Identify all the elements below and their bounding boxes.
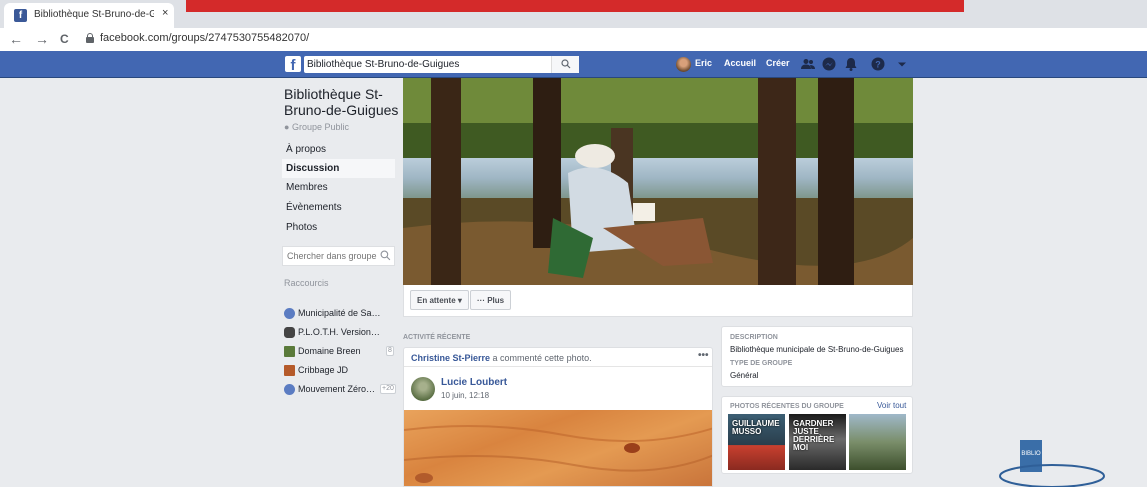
facebook-logo-icon[interactable]: f <box>285 56 301 72</box>
cover-photo[interactable] <box>403 78 913 285</box>
create-link[interactable]: Créer <box>766 58 790 68</box>
badge-count: 8 <box>386 346 394 356</box>
friends-icon[interactable] <box>800 56 816 72</box>
profile-link[interactable]: Eric <box>695 58 712 68</box>
domaine-icon <box>284 346 295 357</box>
group-title[interactable]: Bibliothèque St-Bruno-de-Guigues <box>284 86 399 118</box>
search-icon[interactable] <box>380 250 391 261</box>
lock-icon <box>86 33 94 43</box>
thumbnail-caption: GARDNER JUSTE DERRIÈRE MOI <box>793 419 835 452</box>
shortcut-label: P.L.O.T.H. Version 2.0 <box>298 327 382 337</box>
description-label: DESCRIPTION <box>730 334 778 341</box>
description-box: DESCRIPTION Bibliothèque municipale de S… <box>721 326 913 387</box>
post-timestamp[interactable]: 10 juin, 12:18 <box>441 391 489 400</box>
shortcut-item[interactable]: Mouvement Zéro D... +20 <box>284 384 396 400</box>
dropdown-icon[interactable] <box>894 56 910 72</box>
shortcut-item[interactable]: P.L.O.T.H. Version 2.0 <box>284 327 396 343</box>
cover-photo-scene <box>403 78 913 285</box>
biblio-logo: BIBLIO <box>999 440 1105 487</box>
photo-thumbnail[interactable] <box>849 414 906 470</box>
shortcut-label: Mouvement Zéro D... <box>298 384 376 394</box>
group-privacy: ● Groupe Public <box>284 122 349 132</box>
thumbnail-caption: GUILLAUME MUSSO <box>732 419 780 436</box>
tab-title: Bibliothèque St-Bruno-de-Guigues <box>34 9 154 20</box>
logo-text: BIBLIO <box>1021 451 1041 457</box>
post-action-text: a commenté cette photo. <box>490 353 592 363</box>
facebook-top-bar: f Eric Accueil Créer ? <box>0 51 1147 78</box>
browser-tab[interactable]: f Bibliothèque St-Bruno-de-Guigues × <box>4 3 174 28</box>
notifications-icon[interactable] <box>843 56 859 72</box>
post-author-link[interactable]: Lucie Loubert <box>441 377 507 388</box>
group-type-value: Général <box>730 371 759 380</box>
reload-icon[interactable]: C <box>60 32 69 46</box>
help-icon[interactable]: ? <box>870 56 886 72</box>
ploth-icon <box>284 327 295 338</box>
group-type-label: TYPE DE GROUPE <box>730 360 793 367</box>
nav-about[interactable]: À propos <box>282 140 395 159</box>
post-options-icon[interactable]: ••• <box>698 350 709 361</box>
group-search-input[interactable] <box>282 246 395 266</box>
nav-events[interactable]: Évènements <box>282 198 395 217</box>
cover-actions-bar: En attente ▾ ··· Plus <box>403 285 913 317</box>
cribbage-icon <box>284 365 295 376</box>
facebook-search-input[interactable] <box>304 56 579 73</box>
recent-activity-heading: ACTIVITÉ RÉCENTE <box>403 334 471 341</box>
facebook-favicon-icon: f <box>14 9 27 22</box>
tab-close-icon[interactable]: × <box>162 7 168 19</box>
post-header: Christine St-Pierre a commenté cette pho… <box>404 348 712 367</box>
group-icon <box>284 308 295 319</box>
url-field[interactable]: facebook.com/groups/2747530755482070/ <box>100 32 309 44</box>
group-icon <box>284 384 295 395</box>
photo-thumbnail[interactable]: GARDNER JUSTE DERRIÈRE MOI <box>789 414 846 470</box>
see-all-link[interactable]: Voir tout <box>877 401 906 410</box>
shortcut-item[interactable]: Municipalité de Saint-Bruno <box>284 308 396 324</box>
group-privacy-label: Groupe Public <box>291 122 349 132</box>
red-banner <box>186 0 964 12</box>
shortcut-label: Cribbage JD <box>298 365 349 375</box>
photo-thumbnail[interactable]: GUILLAUME MUSSO <box>728 414 785 470</box>
shortcut-item[interactable]: Cribbage JD <box>284 365 396 381</box>
address-bar-row: ← → C facebook.com/groups/27475307554820… <box>0 28 1147 51</box>
shortcut-label: Municipalité de Saint-Bruno <box>298 308 382 318</box>
recent-photos-label: PHOTOS RÉCENTES DU GROUPE <box>730 403 844 410</box>
svg-text:?: ? <box>875 60 881 70</box>
nav-members[interactable]: Membres <box>282 178 395 197</box>
forward-arrow-icon[interactable]: → <box>35 31 49 47</box>
nav-photos[interactable]: Photos <box>282 218 395 237</box>
home-link[interactable]: Accueil <box>724 58 756 68</box>
wood-texture <box>404 425 712 483</box>
shortcuts-heading: Raccourcis <box>284 278 329 288</box>
badge-count: +20 <box>380 384 396 394</box>
globe-icon: ● <box>284 122 290 132</box>
search-button[interactable] <box>551 56 579 73</box>
shortcut-item[interactable]: Domaine Breen 8 <box>284 346 396 362</box>
description-text: Bibliothèque municipale de St-Bruno-de-G… <box>730 345 904 354</box>
pending-button[interactable]: En attente ▾ <box>410 290 469 310</box>
user-avatar[interactable] <box>676 57 691 72</box>
post-image[interactable] <box>404 410 712 486</box>
feed-post: Christine St-Pierre a commenté cette pho… <box>403 347 713 487</box>
post-actor-link[interactable]: Christine St-Pierre <box>411 353 490 363</box>
author-avatar[interactable] <box>411 377 435 401</box>
messenger-icon[interactable] <box>821 56 837 72</box>
shortcut-label: Domaine Breen <box>298 346 361 356</box>
nav-discussion[interactable]: Discussion <box>282 159 395 178</box>
browser-tab-bar: f Bibliothèque St-Bruno-de-Guigues × <box>0 0 1147 28</box>
more-button[interactable]: ··· Plus <box>470 290 512 310</box>
search-icon <box>561 59 571 69</box>
back-arrow-icon[interactable]: ← <box>9 31 23 47</box>
